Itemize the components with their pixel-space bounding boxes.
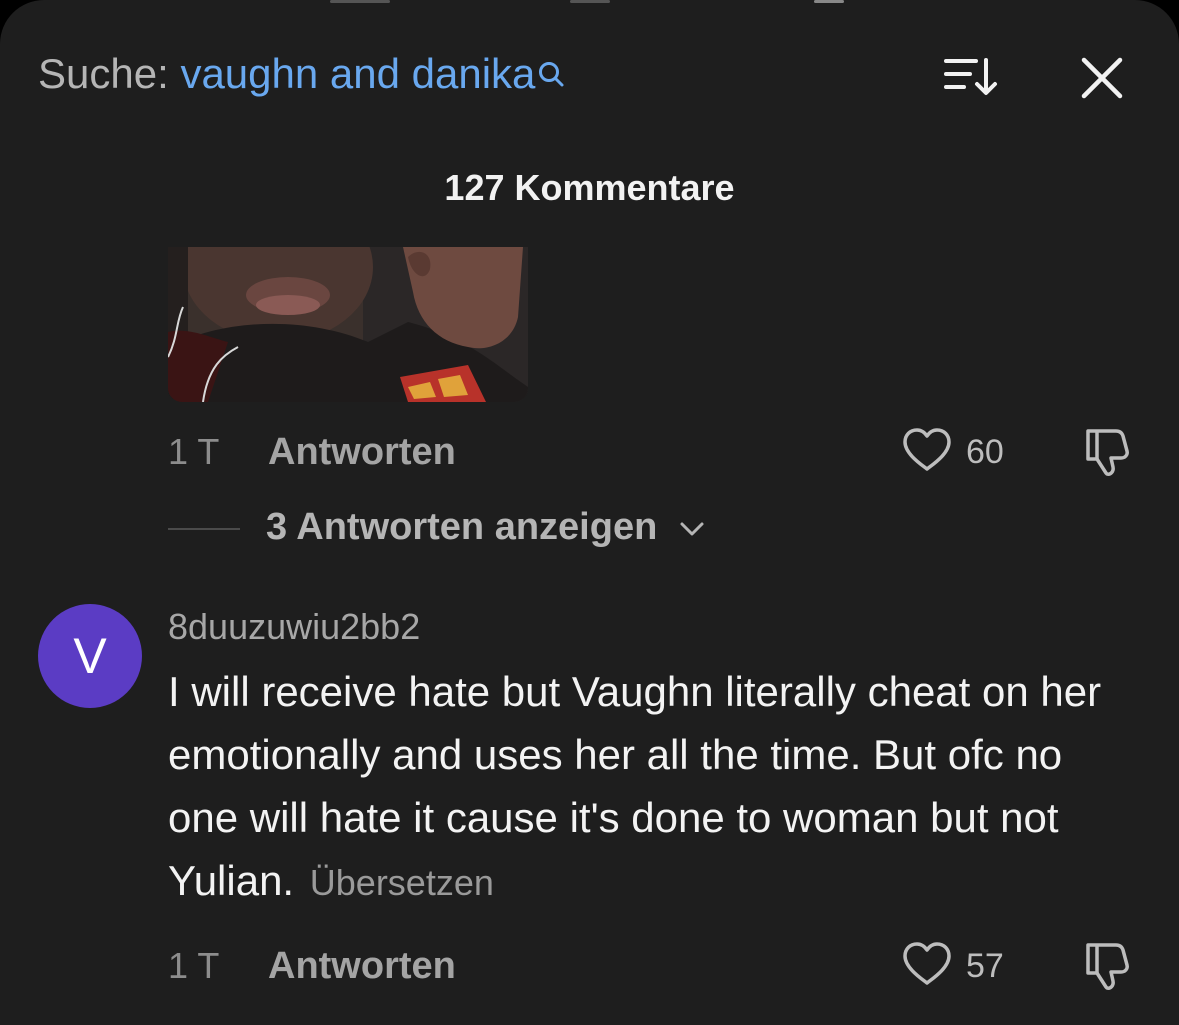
comment-time: 1 T [168,431,220,472]
comments-count: 127 Kommentare [444,167,735,208]
dislike-icon[interactable] [1080,937,1134,993]
comment-text: I will receive hate but Vaughn literally… [168,668,1102,904]
close-button[interactable] [1076,52,1128,104]
comments-sheet: Suche: vaughn and danika 127 Kommentare [0,0,1179,1025]
dislike-icon[interactable] [1080,423,1134,479]
like-button[interactable]: 60 [900,425,1020,481]
like-count: 60 [966,433,1004,471]
chevron-down-icon [680,522,704,536]
search-query[interactable]: vaughn and danika [180,50,535,97]
replies-divider [168,528,240,530]
search-icon[interactable] [537,52,567,100]
search-prefix: Suche: [38,50,169,97]
view-replies-button[interactable]: 3 Antworten anzeigen [168,506,728,554]
heart-icon [903,428,951,471]
avatar[interactable]: V [38,604,142,708]
close-icon [1081,57,1123,99]
sort-icon [944,58,997,95]
like-count: 57 [966,947,1004,985]
comment-username[interactable]: 8duuzuwiu2bb2 [168,606,420,648]
reply-button[interactable]: Antworten [268,431,456,474]
search-header[interactable]: Suche: vaughn and danika [38,50,567,100]
comment-image[interactable] [168,247,528,402]
comment-body: I will receive hate but Vaughn literally… [168,660,1128,914]
comment-actions: 1 T Antworten 57 [168,942,1138,990]
reply-button[interactable]: Antworten [268,945,456,988]
top-edge-decoration [330,0,850,4]
sort-button[interactable] [940,52,1000,102]
view-replies-label: 3 Antworten anzeigen [266,506,658,548]
avatar-letter: V [73,628,107,684]
like-button[interactable]: 57 [900,939,1020,995]
heart-icon [903,942,951,985]
translate-link[interactable]: Übersetzen [310,862,494,903]
comment-time: 1 T [168,945,220,986]
comment-actions: 1 T Antworten 60 [168,428,1138,476]
